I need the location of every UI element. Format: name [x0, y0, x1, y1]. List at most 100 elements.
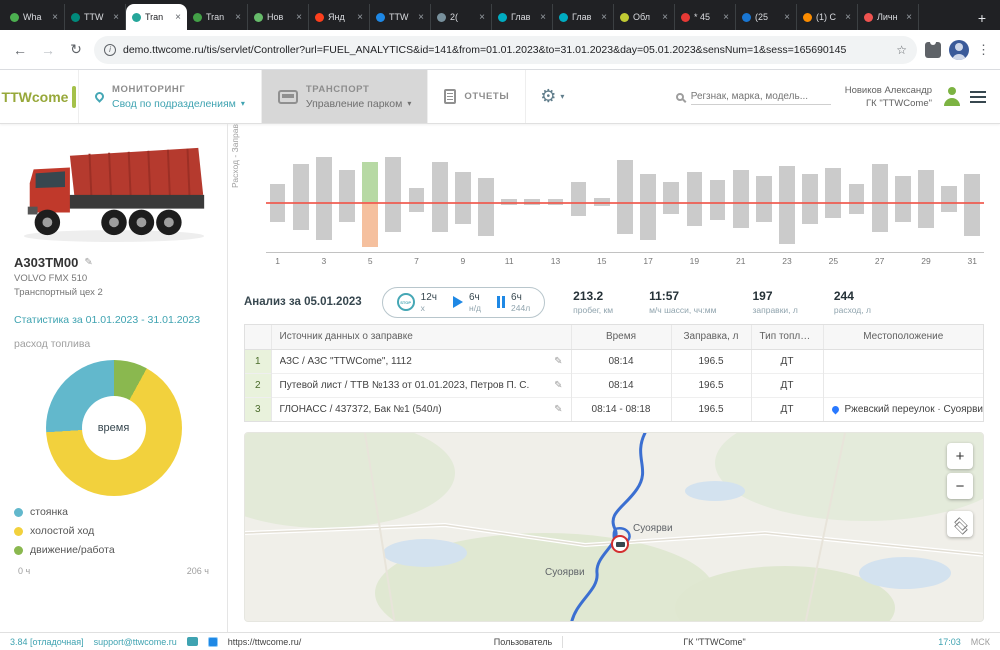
bar-day-16[interactable]: [613, 134, 636, 252]
settings-menu[interactable]: ⚙ ▾: [525, 70, 578, 123]
map-zoom-in-button[interactable]: +: [947, 443, 973, 469]
bar-day-4[interactable]: [335, 134, 358, 252]
edit-icon[interactable]: ✎: [84, 257, 92, 268]
tab-close-button[interactable]: ×: [235, 12, 241, 23]
tab-close-button[interactable]: ×: [52, 12, 58, 23]
browser-tab[interactable]: Wha×: [4, 4, 65, 30]
bar-day-23[interactable]: [775, 134, 798, 252]
bar-day-1[interactable]: [266, 134, 289, 252]
person-icon[interactable]: [942, 87, 962, 107]
hamburger-menu-icon[interactable]: [970, 70, 1000, 123]
tab-close-button[interactable]: ×: [845, 12, 851, 23]
browser-menu-icon[interactable]: ⋮: [977, 42, 990, 58]
table-row[interactable]: 1АЗС / АЗС "TTWCome", 1112✎08:14196.5ДТ: [245, 349, 983, 373]
fuel-time-donut-chart[interactable]: время: [46, 360, 182, 496]
tab-close-button[interactable]: ×: [418, 12, 424, 23]
column-header[interactable]: Местоположение: [823, 325, 983, 349]
column-header[interactable]: [245, 325, 271, 349]
chat-icon[interactable]: [187, 637, 198, 646]
browser-tab[interactable]: TTW×: [370, 4, 431, 30]
bar-day-22[interactable]: [752, 134, 775, 252]
browser-tab[interactable]: Tran×: [126, 4, 187, 30]
browser-tab[interactable]: Tran×: [187, 4, 248, 30]
analysis-chip-stop[interactable]: STOP12чх: [397, 292, 437, 313]
tab-close-button[interactable]: ×: [540, 12, 546, 23]
table-row[interactable]: 2Путевой лист / ТТВ №133 от 01.01.2023, …: [245, 373, 983, 397]
column-header[interactable]: Заправка, л: [671, 325, 751, 349]
bar-day-31[interactable]: [961, 134, 984, 252]
tab-close-button[interactable]: ×: [662, 12, 668, 23]
bar-day-14[interactable]: [567, 134, 590, 252]
analysis-chip-pause[interactable]: 6ч244л: [497, 292, 530, 313]
browser-tab[interactable]: 2(×: [431, 4, 492, 30]
location-text[interactable]: Ржевский переулок · Суоярви, Республика …: [845, 404, 984, 415]
bar-day-21[interactable]: [729, 134, 752, 252]
bar-day-9[interactable]: [451, 134, 474, 252]
bar-day-15[interactable]: [590, 134, 613, 252]
tab-close-button[interactable]: ×: [296, 12, 302, 23]
nav-reports[interactable]: ОТЧЕТЫ: [427, 70, 525, 123]
bar-day-10[interactable]: [474, 134, 497, 252]
tab-close-button[interactable]: ×: [113, 12, 119, 23]
browser-tab[interactable]: Нов×: [248, 4, 309, 30]
tab-close-button[interactable]: ×: [906, 12, 912, 23]
edit-icon[interactable]: ✎: [554, 404, 562, 415]
bar-day-24[interactable]: [799, 134, 822, 252]
profile-avatar[interactable]: [949, 40, 969, 60]
nav-transport[interactable]: ТРАНСПОРТ Управление парком ▾: [261, 70, 427, 123]
bar-day-29[interactable]: [914, 134, 937, 252]
column-header[interactable]: Тип топлива: [751, 325, 823, 349]
bar-day-3[interactable]: [312, 134, 335, 252]
bar-day-30[interactable]: [938, 134, 961, 252]
site-info-icon[interactable]: i: [104, 44, 116, 56]
reload-button[interactable]: ↻: [66, 41, 86, 58]
bar-day-20[interactable]: [706, 134, 729, 252]
bar-day-2[interactable]: [289, 134, 312, 252]
bar-day-6[interactable]: [382, 134, 405, 252]
table-row[interactable]: 3ГЛОНАСС / 437372, Бак №1 (540л)✎08:14 -…: [245, 397, 983, 421]
browser-tab[interactable]: TTW×: [65, 4, 126, 30]
vehicle-map-marker[interactable]: [611, 535, 629, 553]
nav-monitoring[interactable]: МОНИТОРИНГ Свод по подразделениям ▾: [78, 70, 261, 123]
tab-close-button[interactable]: ×: [357, 12, 363, 23]
site-link[interactable]: https://ttwcome.ru/: [228, 637, 302, 647]
bar-day-19[interactable]: [683, 134, 706, 252]
nav-transport-sub[interactable]: Управление парком: [306, 98, 402, 110]
analysis-chip-play[interactable]: 6чн/д: [453, 292, 481, 313]
browser-tab[interactable]: * 45×: [675, 4, 736, 30]
route-map[interactable]: СуоярвиСуоярви + −: [244, 432, 984, 622]
bar-day-5[interactable]: [359, 134, 382, 252]
bar-day-13[interactable]: [544, 134, 567, 252]
tab-close-button[interactable]: ×: [175, 12, 181, 23]
column-header[interactable]: Время: [571, 325, 671, 349]
tab-close-button[interactable]: ×: [479, 12, 485, 23]
browser-tab[interactable]: Обл×: [614, 4, 675, 30]
bar-day-17[interactable]: [637, 134, 660, 252]
edit-icon[interactable]: ✎: [554, 356, 562, 367]
new-tab-button[interactable]: +: [968, 10, 996, 30]
bar-day-7[interactable]: [405, 134, 428, 252]
bar-day-11[interactable]: [498, 134, 521, 252]
column-header[interactable]: Источник данных о заправке: [271, 325, 571, 349]
address-bar[interactable]: i demo.ttwcome.ru/tis/servlet/Controller…: [94, 36, 917, 64]
edit-icon[interactable]: ✎: [554, 380, 562, 391]
tab-close-button[interactable]: ×: [784, 12, 790, 23]
search-input[interactable]: [691, 89, 831, 105]
back-button[interactable]: ←: [10, 42, 30, 58]
bar-day-27[interactable]: [868, 134, 891, 252]
browser-tab[interactable]: Личн×: [858, 4, 919, 30]
tab-close-button[interactable]: ×: [601, 12, 607, 23]
bar-day-8[interactable]: [428, 134, 451, 252]
map-zoom-out-button[interactable]: −: [947, 473, 973, 499]
bar-day-18[interactable]: [660, 134, 683, 252]
nav-monitoring-sub[interactable]: Свод по подразделениям: [112, 98, 236, 110]
browser-tab[interactable]: Янд×: [309, 4, 370, 30]
browser-tab[interactable]: (1) С×: [797, 4, 858, 30]
browser-tab[interactable]: Глав×: [553, 4, 614, 30]
bar-day-25[interactable]: [822, 134, 845, 252]
extensions-puzzle-icon[interactable]: [925, 42, 941, 58]
bar-day-28[interactable]: [891, 134, 914, 252]
map-layers-button[interactable]: [947, 511, 973, 537]
support-email-link[interactable]: support@ttwcome.ru: [94, 637, 177, 647]
browser-tab[interactable]: (25×: [736, 4, 797, 30]
